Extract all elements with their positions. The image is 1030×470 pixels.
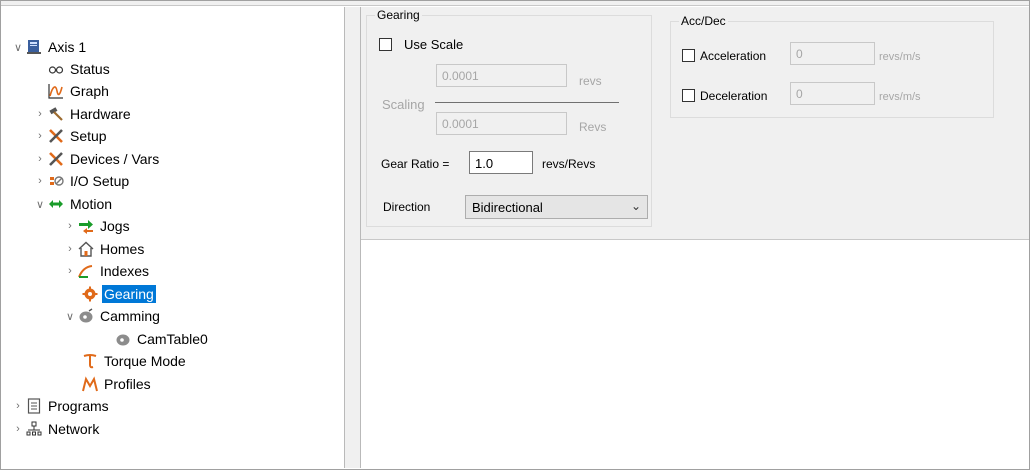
tree-node-devices[interactable]: › Devices / Vars: [33, 148, 161, 170]
splitter-bar[interactable]: [345, 7, 361, 468]
expand-chevron-icon[interactable]: ›: [33, 174, 47, 188]
tree-label-axis: Axis 1: [48, 39, 87, 55]
document-icon: [25, 397, 43, 415]
tree-node-homes[interactable]: › Homes: [63, 238, 146, 260]
direction-label: Direction: [383, 200, 431, 214]
tree-node-camtable[interactable]: CamTable0: [114, 328, 210, 350]
gear-ratio-input[interactable]: 1.0: [469, 151, 533, 174]
deceleration-unit: revs/m/s: [879, 91, 921, 103]
collapse-chevron-icon[interactable]: ∨: [11, 40, 25, 54]
expand-chevron-icon[interactable]: ›: [63, 242, 77, 256]
expand-chevron-icon[interactable]: ›: [33, 129, 47, 143]
scaling-denominator-field[interactable]: 0.0001: [436, 112, 567, 135]
chevron-down-icon: ⌄: [630, 199, 641, 213]
gearing-group-title: Gearing: [375, 8, 422, 22]
tree-node-indexes[interactable]: › Indexes: [63, 260, 151, 282]
tree-label-setup: Setup: [70, 128, 107, 144]
cam-icon: [77, 307, 95, 325]
io-icon: [47, 172, 65, 190]
tree-node-gearing[interactable]: Gearing: [81, 283, 156, 305]
tree-label-status: Status: [70, 61, 110, 77]
tree-node-graph[interactable]: Graph: [47, 80, 111, 102]
tree-node-jogs[interactable]: › Jogs: [63, 215, 132, 237]
tree-node-status[interactable]: Status: [47, 58, 112, 80]
expand-chevron-icon[interactable]: ›: [33, 152, 47, 166]
tree-label-camming: Camming: [100, 308, 160, 324]
direction-dropdown-value: Bidirectional: [472, 200, 543, 215]
deceleration-field[interactable]: 0: [790, 82, 875, 105]
tools-icon: [47, 150, 65, 168]
home-icon: [77, 240, 95, 258]
acceleration-unit: revs/m/s: [879, 51, 921, 63]
double-arrow-icon: [47, 195, 65, 213]
scaling-label: Scaling: [382, 97, 425, 112]
expand-chevron-icon[interactable]: ›: [63, 219, 77, 233]
index-curve-icon: [77, 262, 95, 280]
drive-icon: [25, 38, 43, 56]
expand-chevron-icon[interactable]: ›: [63, 264, 77, 278]
tree-label-gearing: Gearing: [102, 285, 156, 303]
collapse-chevron-icon[interactable]: ∨: [33, 197, 47, 211]
acceleration-field[interactable]: 0: [790, 42, 875, 65]
tree-node-setup[interactable]: › Setup: [33, 125, 109, 147]
graph-icon: [47, 82, 65, 100]
tree-label-hardware: Hardware: [70, 106, 131, 122]
tree-node-io-setup[interactable]: › I/O Setup: [33, 170, 131, 192]
tree-node-axis[interactable]: ∨ Axis 1: [11, 36, 88, 58]
tree-node-programs[interactable]: › Programs: [11, 395, 111, 417]
jog-arrows-icon: [77, 217, 95, 235]
accdec-group-title: Acc/Dec: [679, 14, 728, 28]
content-area-blank: [361, 240, 1029, 468]
tree-label-io-setup: I/O Setup: [70, 173, 130, 189]
tree-label-jogs: Jogs: [100, 218, 130, 234]
window-top-edge: [0, 0, 1030, 6]
scaling-denominator-unit: Revs: [579, 120, 607, 134]
scaling-numerator-field[interactable]: 0.0001: [436, 64, 567, 87]
cam-icon: [114, 330, 132, 348]
tree-label-programs: Programs: [48, 398, 109, 414]
torque-icon: [81, 352, 99, 370]
tree-label-profiles: Profiles: [104, 376, 151, 392]
tree-node-network[interactable]: › Network: [11, 418, 101, 440]
tree-label-graph: Graph: [70, 83, 109, 99]
deceleration-checkbox[interactable]: [682, 89, 695, 102]
tree-label-motion: Motion: [70, 196, 113, 212]
expand-chevron-icon[interactable]: ›: [11, 399, 25, 413]
gear-ratio-label: Gear Ratio =: [381, 157, 450, 171]
tree-label-camtable: CamTable0: [137, 331, 208, 347]
tree-label-homes: Homes: [100, 241, 145, 257]
gear-icon: [81, 285, 99, 303]
direction-dropdown[interactable]: Bidirectional ⌄: [465, 195, 648, 219]
gear-ratio-unit: revs/Revs: [542, 157, 596, 171]
fraction-bar: [435, 102, 619, 103]
tree-node-profiles[interactable]: Profiles: [81, 373, 153, 395]
acceleration-label: Acceleration: [700, 49, 767, 63]
gearing-settings-panel: Gearing Use Scale 0.0001 revs Scaling 0.…: [361, 7, 1029, 240]
use-scale-checkbox[interactable]: [379, 38, 392, 51]
tree-label-indexes: Indexes: [100, 263, 150, 279]
tree-label-torque-mode: Torque Mode: [104, 353, 186, 369]
expand-chevron-icon[interactable]: ›: [33, 107, 47, 121]
expand-chevron-icon[interactable]: ›: [11, 422, 25, 436]
collapse-chevron-icon[interactable]: ∨: [63, 309, 77, 323]
scaling-numerator-unit: revs: [579, 74, 602, 88]
profile-curve-icon: [81, 375, 99, 393]
tree-label-network: Network: [48, 421, 100, 437]
tree-label-devices: Devices / Vars: [70, 151, 160, 167]
network-icon: [25, 420, 43, 438]
tree-node-hardware[interactable]: › Hardware: [33, 103, 133, 125]
hammer-icon: [47, 105, 65, 123]
acceleration-checkbox[interactable]: [682, 49, 695, 62]
tree-node-motion[interactable]: ∨ Motion: [33, 193, 114, 215]
use-scale-label: Use Scale: [404, 37, 464, 52]
tools-icon: [47, 127, 65, 145]
deceleration-label: Deceleration: [700, 89, 768, 103]
tree-node-camming[interactable]: ∨ Camming: [63, 305, 162, 327]
glasses-icon: [47, 60, 65, 78]
project-tree[interactable]: ∨ Axis 1 Status Graph › Hardware › Setup…: [3, 7, 345, 468]
tree-node-torque-mode[interactable]: Torque Mode: [81, 350, 188, 372]
